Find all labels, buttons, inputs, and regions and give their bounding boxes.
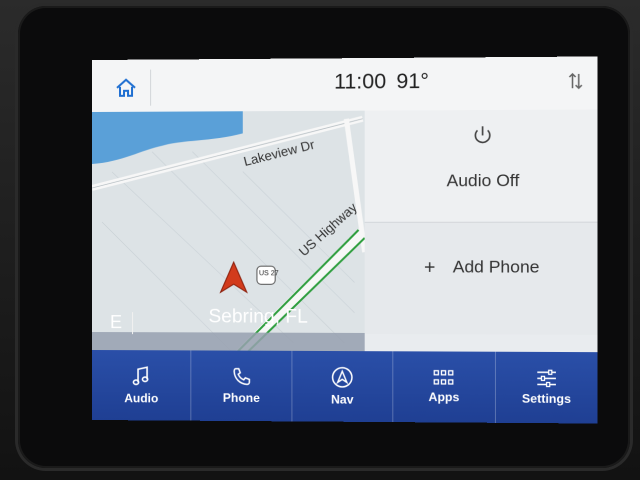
clock: 11:00 [334,70,387,94]
sliders-icon [536,369,557,387]
nav-phone-label: Phone [222,390,260,406]
nav-apps-button[interactable]: Apps [393,351,496,423]
nav-nav-label: Nav [331,392,354,407]
audio-off-label: Audio Off [446,170,520,191]
navigation-arrow-icon [331,366,353,388]
home-icon [116,78,136,97]
nav-settings-button[interactable]: Settings [496,352,598,424]
plus-icon: + [424,257,436,279]
add-phone-panel[interactable]: + Add Phone [364,222,598,335]
sort-arrows-icon [568,71,583,91]
nav-audio-label: Audio [124,391,159,406]
power-icon [471,124,494,146]
status-bar: 11:00 91° [92,56,598,113]
phone-handset-icon [231,367,251,387]
nav-nav-button[interactable]: Nav [292,350,394,423]
vehicle-position-arrow [221,262,247,292]
nav-audio-button[interactable]: Audio [92,350,192,421]
apps-grid-icon [434,370,455,386]
nav-phone-button[interactable]: Phone [191,350,293,422]
home-button[interactable] [101,69,152,106]
current-city: Sebring, FL [208,306,308,328]
sort-button[interactable] [562,63,589,100]
infotainment-screen: 11:00 91° Lakeview Dr US Highway US 27 E… [92,56,598,424]
audio-panel[interactable]: Audio Off [364,109,598,223]
add-phone-label: Add Phone [452,257,540,277]
bottom-nav-bar: Audio Phone Nav Apps Settings [92,350,598,424]
route-shield-label: US 27 [258,270,279,278]
nav-apps-label: Apps [428,389,460,405]
outside-temperature: 91° [396,69,429,94]
nav-settings-label: Settings [521,391,571,407]
location-divider [132,312,134,335]
compass-heading: E [110,312,123,333]
music-note-icon [132,365,149,385]
